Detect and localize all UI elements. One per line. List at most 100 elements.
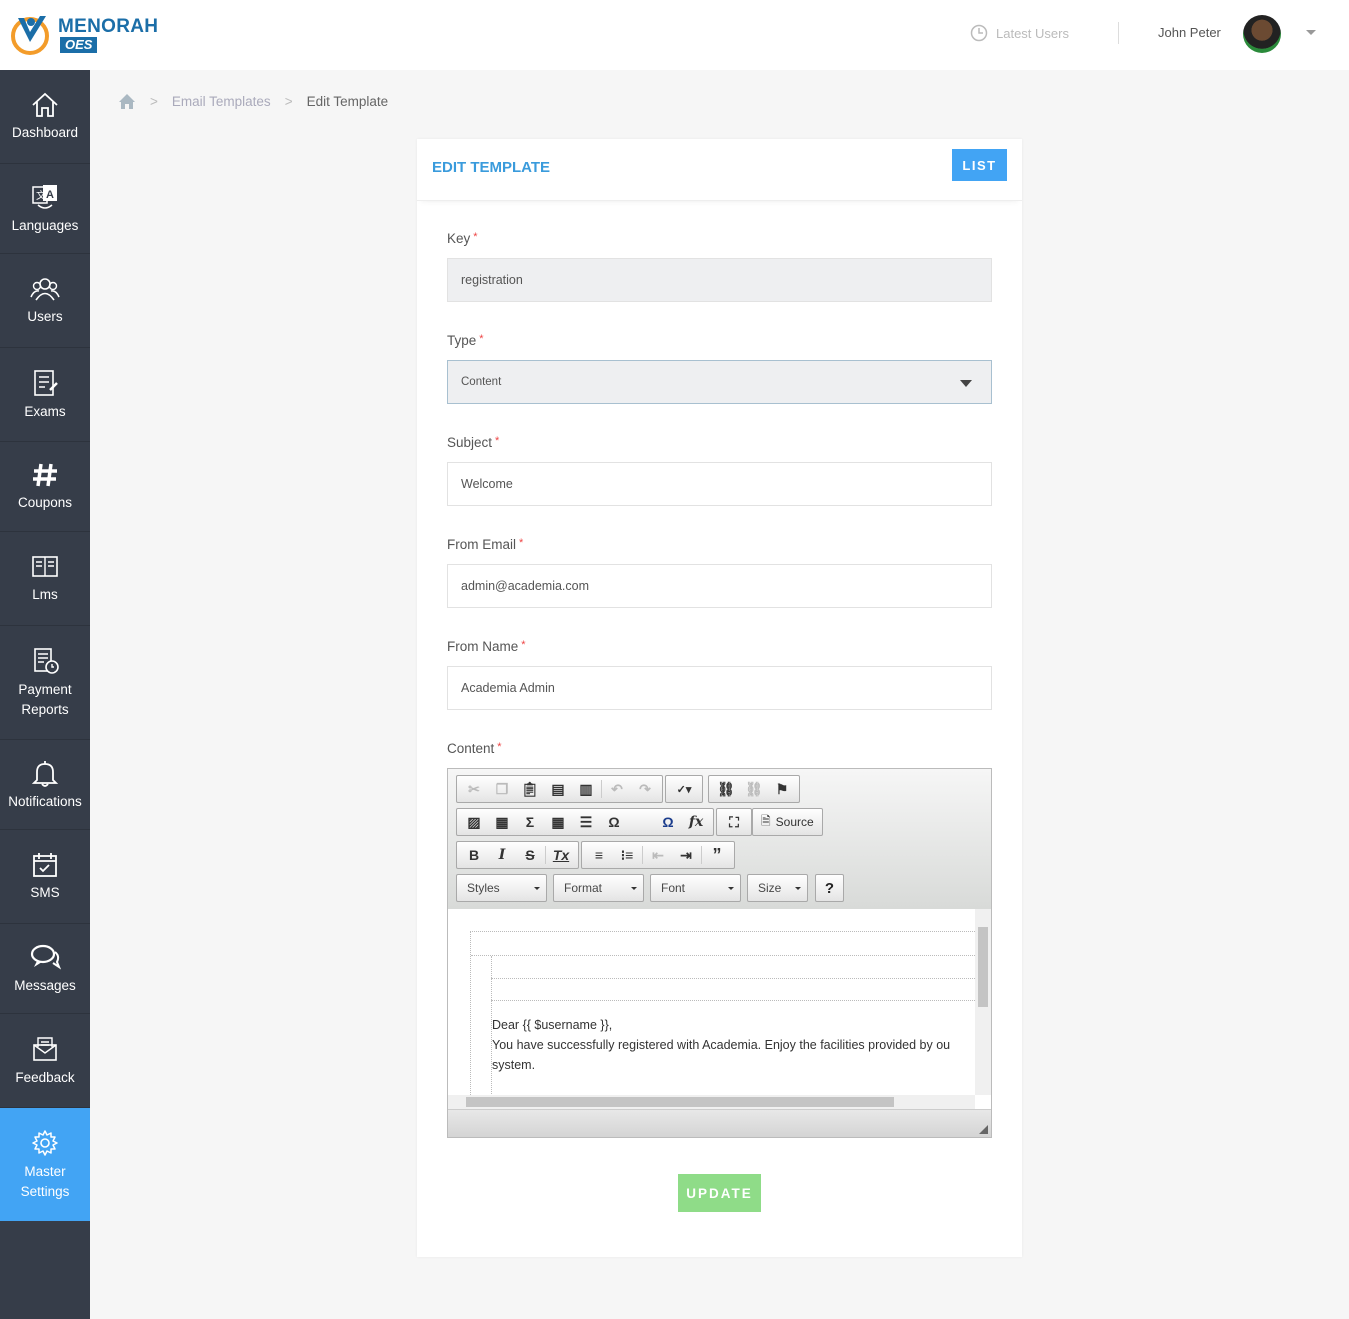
spellcheck-group: ✓▾ (665, 775, 703, 803)
format-label: Format (564, 881, 603, 895)
required-mark: * (473, 231, 478, 243)
breadcrumb-current: Edit Template (306, 94, 389, 109)
maximize-icon[interactable]: ⛶ (720, 810, 748, 834)
editor-table-row (491, 978, 975, 979)
sidebar-item-master-settings[interactable]: Master Settings (0, 1108, 90, 1221)
italic-icon[interactable]: I (488, 843, 516, 867)
sidebar-item-sms[interactable]: SMS (0, 830, 90, 924)
bell-icon (31, 760, 59, 787)
breadcrumb: > Email Templates > Edit Template (118, 93, 388, 110)
sidebar-item-label: Master Settings (20, 1163, 70, 1199)
blockquote-icon[interactable]: ” (703, 843, 731, 867)
styles-dropdown[interactable]: Styles (456, 874, 547, 902)
sidebar-item-payment-reports[interactable]: Payment Reports (0, 626, 90, 740)
update-button[interactable]: UPDATE (678, 1174, 761, 1212)
home-icon (32, 92, 58, 117)
sidebar-item-feedback[interactable]: Feedback (0, 1014, 90, 1108)
editor-text-line: Dear {{ $username }}, (492, 1018, 613, 1032)
resize-handle-icon[interactable] (979, 1125, 988, 1134)
editor-table-row (471, 932, 975, 956)
paste-text-icon[interactable]: ▤ (544, 777, 572, 801)
paste-word-icon[interactable]: ▥ (572, 777, 600, 801)
sidebar-item-label: SMS (30, 884, 60, 900)
avatar[interactable] (1243, 15, 1281, 53)
help-button[interactable]: ? (815, 874, 844, 902)
editor-horizontal-scrollbar[interactable] (448, 1095, 975, 1109)
numbered-list-icon[interactable]: ≡ (585, 843, 613, 867)
bulleted-list-icon[interactable]: ⁝≡ (613, 843, 641, 867)
link-icon[interactable]: ⛓ (712, 777, 740, 801)
chevron-down-icon (728, 887, 734, 890)
type-select[interactable]: Content (447, 360, 992, 404)
sidebar-item-label: Notifications (8, 793, 82, 809)
formula-icon[interactable]: fx (682, 810, 710, 834)
unlink-icon[interactable]: ⛓ (740, 777, 768, 801)
latest-users-link[interactable]: Latest Users (970, 24, 1069, 42)
scrollbar-thumb[interactable] (466, 1097, 894, 1107)
from-name-field[interactable]: Academia Admin (447, 666, 992, 710)
size-dropdown[interactable]: Size (747, 874, 808, 902)
sidebar-item-label: Messages (14, 977, 76, 993)
remove-format-icon[interactable]: Tx (547, 843, 575, 867)
required-mark: * (479, 333, 484, 345)
font-dropdown[interactable]: Font (650, 874, 741, 902)
sidebar-item-languages[interactable]: A文 Languages (0, 164, 90, 254)
brand-logo[interactable]: MENORAH OES (10, 12, 160, 58)
editor-vertical-scrollbar[interactable] (975, 909, 991, 1095)
chat-icon (30, 944, 61, 970)
undo-icon[interactable]: ↶ (603, 777, 631, 801)
image-icon[interactable]: ▨ (460, 810, 488, 834)
sidebar-item-label: Coupons (17, 494, 73, 510)
editor-body[interactable]: Dear {{ $username }}, You have successfu… (448, 909, 991, 1109)
home-icon[interactable] (118, 93, 136, 110)
flash-icon[interactable]: ▦ (488, 810, 516, 834)
horizontal-rule-icon[interactable]: ☰ (572, 810, 600, 834)
format-dropdown[interactable]: Format (553, 874, 644, 902)
bold-icon[interactable]: B (460, 843, 488, 867)
list-button[interactable]: LIST (952, 149, 1007, 181)
insert-group: ▨ ▦ Σ ▦ ☰ Ω Ω fx (456, 808, 714, 836)
source-button[interactable]: 🗎︎ Source (752, 808, 823, 836)
paste-icon[interactable]: 📋︎ (516, 777, 544, 801)
sidebar-item-messages[interactable]: Messages (0, 924, 90, 1014)
key-label: Key * (447, 231, 478, 246)
subject-label-text: Subject (447, 435, 493, 450)
table-icon[interactable]: ▦ (544, 810, 572, 834)
scrollbar-thumb[interactable] (978, 927, 988, 1007)
user-name[interactable]: John Peter (1158, 25, 1221, 40)
key-field[interactable]: registration (447, 258, 992, 302)
breadcrumb-separator: > (284, 94, 293, 109)
sidebar-item-users[interactable]: Users (0, 254, 90, 348)
anchor-flag-icon[interactable]: ⚑ (768, 777, 796, 801)
sidebar-item-exams[interactable]: Exams (0, 348, 90, 442)
redo-icon[interactable]: ↷ (631, 777, 659, 801)
editor-table-row (491, 1000, 975, 1001)
sidebar-item-notifications[interactable]: Notifications (0, 740, 90, 830)
indent-icon[interactable]: ⇥ (672, 843, 700, 867)
omega-icon[interactable]: Ω (600, 810, 628, 834)
chevron-down-icon[interactable] (1306, 30, 1316, 35)
sidebar-item-coupons[interactable]: Coupons (0, 442, 90, 532)
users-icon (30, 277, 60, 300)
svg-text:A: A (46, 189, 54, 201)
special-char-icon[interactable]: Ω (654, 810, 682, 834)
copy-icon[interactable]: ❐ (488, 777, 516, 801)
subject-field[interactable]: Welcome (447, 462, 992, 506)
clipboard-group: ✂ ❐ 📋︎ ▤ ▥ ↶ ↷ (456, 775, 663, 803)
spellcheck-icon[interactable]: ✓▾ (669, 777, 699, 801)
breadcrumb-email-templates[interactable]: Email Templates (172, 94, 271, 109)
sidebar-item-dashboard[interactable]: Dashboard (0, 70, 90, 164)
sidebar-item-lms[interactable]: Lms (0, 532, 90, 626)
cut-icon[interactable]: ✂ (460, 777, 488, 801)
breadcrumb-separator: > (150, 94, 158, 109)
strikethrough-icon[interactable]: S (516, 843, 544, 867)
styles-label: Styles (467, 881, 500, 895)
outdent-icon[interactable]: ⇤ (644, 843, 672, 867)
sigma-icon[interactable]: Σ (516, 810, 544, 834)
from-email-label: From Email * (447, 537, 523, 552)
editor-toolbar: ✂ ❐ 📋︎ ▤ ▥ ↶ ↷ ✓▾ ⛓ ⛓ ⚑ ▨ ▦ Σ ▦ ☰ Ω Ω fx… (448, 769, 991, 909)
editor-text-line: You have successfully registered with Ac… (492, 1038, 951, 1052)
chevron-down-icon (960, 380, 972, 387)
from-email-field[interactable]: admin@academia.com (447, 564, 992, 608)
